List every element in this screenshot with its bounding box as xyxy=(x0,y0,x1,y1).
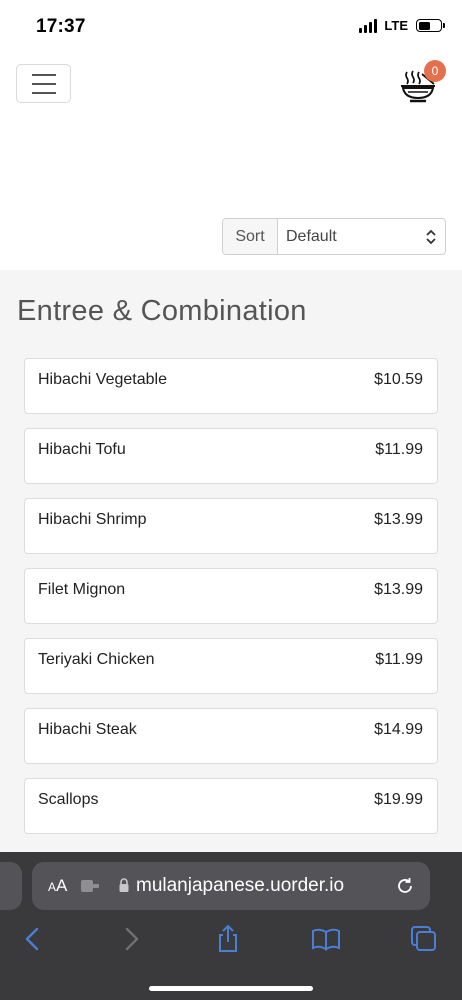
menu-item-card[interactable]: Scallops $19.99 xyxy=(24,778,438,834)
reload-icon[interactable] xyxy=(394,875,416,897)
menu-bar-line xyxy=(31,91,56,94)
back-arrow-icon[interactable] xyxy=(18,924,48,954)
browser-nav-row xyxy=(0,920,462,960)
tabs-icon[interactable] xyxy=(409,924,439,954)
extension-icon[interactable] xyxy=(80,879,100,893)
forward-arrow-icon[interactable] xyxy=(116,924,146,954)
lock-icon xyxy=(119,878,129,892)
sort-control: Sort Default xyxy=(222,218,446,255)
url-text: mulanjapanese.uorder.io xyxy=(136,875,345,896)
item-price: $13.99 xyxy=(374,581,423,598)
menu-item-card[interactable]: Teriyaki Chicken $11.99 xyxy=(24,638,438,694)
signal-icon xyxy=(359,18,378,33)
share-icon[interactable] xyxy=(213,924,243,954)
up-down-chevron-icon xyxy=(426,229,436,245)
item-price: $11.99 xyxy=(375,651,423,668)
item-name: Hibachi Tofu xyxy=(38,441,126,458)
menu-bar-line xyxy=(31,82,56,85)
menu-item-card[interactable]: Hibachi Shrimp $13.99 xyxy=(24,498,438,554)
previous-tab-pill[interactable] xyxy=(0,862,22,910)
menu-item-card[interactable]: Hibachi Tofu $11.99 xyxy=(24,428,438,484)
section-title: Entree & Combination xyxy=(17,295,307,327)
item-list: Hibachi Vegetable $10.59 Hibachi Tofu $1… xyxy=(24,358,438,848)
menu-item-card[interactable]: Hibachi Vegetable $10.59 xyxy=(24,358,438,414)
item-price: $14.99 xyxy=(374,721,423,738)
browser-toolbar: AA mulanjapanese.uorder.io xyxy=(0,852,462,1000)
status-indicators: LTE xyxy=(359,18,445,33)
status-bar: 17:37 LTE xyxy=(0,0,462,54)
item-name: Hibachi Steak xyxy=(38,721,137,738)
menu-item-card[interactable]: Hibachi Steak $14.99 xyxy=(24,708,438,764)
item-name: Scallops xyxy=(38,791,99,808)
text-size-button[interactable]: AA xyxy=(48,876,67,896)
item-name: Hibachi Shrimp xyxy=(38,511,147,528)
sort-select[interactable]: Default xyxy=(278,219,445,254)
item-price: $13.99 xyxy=(374,511,423,528)
item-name: Teriyaki Chicken xyxy=(38,651,155,668)
home-indicator xyxy=(149,986,313,991)
item-name: Hibachi Vegetable xyxy=(38,371,167,388)
item-price: $19.99 xyxy=(374,791,423,808)
item-name: Filet Mignon xyxy=(38,581,126,598)
cart-button[interactable]: 0 xyxy=(398,60,448,104)
battery-icon xyxy=(416,19,445,32)
sort-selected-value: Default xyxy=(286,227,337,245)
menu-bar-line xyxy=(31,73,56,76)
hamburger-menu-button[interactable] xyxy=(16,64,71,103)
item-price: $11.99 xyxy=(375,441,423,458)
item-price: $10.59 xyxy=(374,371,423,388)
bookmarks-icon[interactable] xyxy=(311,924,341,954)
menu-item-card[interactable]: Filet Mignon $13.99 xyxy=(24,568,438,624)
sort-label: Sort xyxy=(223,219,278,254)
network-label: LTE xyxy=(384,18,408,33)
cart-count-badge: 0 xyxy=(424,60,446,82)
address-bar[interactable]: AA mulanjapanese.uorder.io xyxy=(32,862,430,910)
status-time: 17:37 xyxy=(36,16,86,37)
